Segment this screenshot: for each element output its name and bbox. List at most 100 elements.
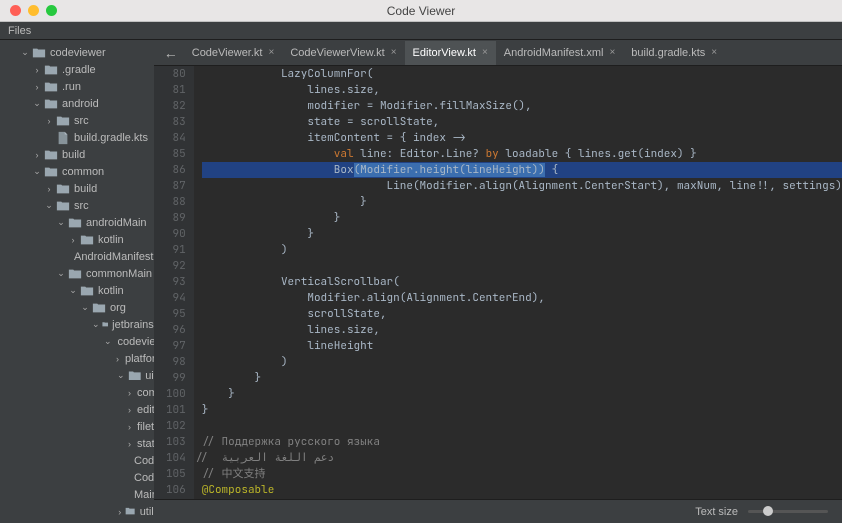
slider-thumb[interactable] xyxy=(763,506,773,516)
line-number: 96 xyxy=(154,322,186,338)
chevron-down-icon[interactable]: ⌄ xyxy=(56,217,66,228)
tree-item[interactable]: ›common xyxy=(0,384,154,401)
tree-item[interactable]: › statusbar xyxy=(0,435,154,452)
tree-item[interactable]: ⌄ codeviewer xyxy=(0,44,154,61)
tree-item[interactable]: ⌄common xyxy=(0,163,154,180)
chevron-down-icon[interactable]: ⌄ xyxy=(56,268,66,279)
chevron-right-icon[interactable]: › xyxy=(44,116,54,126)
tree-item[interactable]: ›src xyxy=(0,112,154,129)
chevron-down-icon[interactable]: ⌄ xyxy=(80,302,90,313)
tab[interactable]: build.gradle.kts× xyxy=(623,41,725,65)
tree-item[interactable]: CodeViewer.kt xyxy=(0,452,154,469)
tree-item-label: platform xyxy=(125,353,154,365)
tree-item-label: codeviewer xyxy=(50,47,106,59)
tree-item[interactable]: ⌄ kotlin xyxy=(0,282,154,299)
tree-item-label: kotlin xyxy=(98,234,124,246)
tree-item[interactable]: ›editor xyxy=(0,401,154,418)
tree-item[interactable]: ⌄src xyxy=(0,197,154,214)
line-number: 91 xyxy=(154,242,186,258)
line-number: 88 xyxy=(154,194,186,210)
status-bar: Text size xyxy=(154,499,842,523)
tree-item[interactable]: ›build xyxy=(0,146,154,163)
tree-item[interactable]: ›filetree xyxy=(0,418,154,435)
close-tab-icon[interactable]: × xyxy=(711,47,717,58)
tree-item[interactable]: ⌄androidMain xyxy=(0,214,154,231)
chevron-right-icon[interactable]: › xyxy=(32,150,42,160)
minimize-window-icon[interactable] xyxy=(28,5,39,16)
line-number: 99 xyxy=(154,370,186,386)
tree-item[interactable]: ⌄ jetbrains xyxy=(0,316,154,333)
chevron-down-icon[interactable]: ⌄ xyxy=(20,47,30,58)
tree-item[interactable]: ›.gradle xyxy=(0,61,154,78)
folder-icon xyxy=(44,148,58,162)
tree-item[interactable]: AndroidManifest.xml xyxy=(0,248,154,265)
code-line: } xyxy=(202,226,842,242)
close-tab-icon[interactable]: × xyxy=(482,47,488,58)
chevron-down-icon[interactable]: ⌄ xyxy=(44,200,54,211)
tree-item[interactable]: ⌄ commonMain xyxy=(0,265,154,282)
close-tab-icon[interactable]: × xyxy=(609,47,615,58)
line-number: 81 xyxy=(154,82,186,98)
folder-icon xyxy=(56,199,70,213)
code-line: } xyxy=(202,194,842,210)
tree-item[interactable]: build.gradle.kts xyxy=(0,129,154,146)
code-line: modifier = Modifier.fillMaxSize(), xyxy=(202,98,842,114)
tree-item-label: commonMain xyxy=(86,268,152,280)
tree-item[interactable]: ⌄ ui xyxy=(0,367,154,384)
tree-item[interactable]: ⌄org xyxy=(0,299,154,316)
file-tree[interactable]: ⌄codeviewer›.gradle›.run⌄android›srcbuil… xyxy=(0,40,154,523)
tree-item[interactable]: CodeViewerView.kt xyxy=(0,469,154,486)
code-editor[interactable]: 8081828384858687888990919293949596979899… xyxy=(154,66,842,499)
tree-item[interactable]: ›.run xyxy=(0,78,154,95)
chevron-down-icon[interactable]: ⌄ xyxy=(92,319,100,330)
tree-item[interactable]: ›util xyxy=(0,503,154,520)
tree-item-label: statusbar xyxy=(137,438,154,450)
tab[interactable]: EditorView.kt× xyxy=(405,41,496,65)
chevron-right-icon[interactable]: › xyxy=(68,235,78,245)
files-label: Files xyxy=(8,25,31,37)
chevron-down-icon[interactable]: ⌄ xyxy=(116,370,126,381)
tree-item[interactable]: ⌄ codeviewer xyxy=(0,333,154,350)
chevron-right-icon[interactable]: › xyxy=(116,354,119,364)
tree-item[interactable]: › platform xyxy=(0,350,154,367)
tree-item[interactable]: MainView.kt xyxy=(0,486,154,503)
tab[interactable]: AndroidManifest.xml× xyxy=(496,41,624,65)
tree-item-label: codeviewer xyxy=(118,336,154,348)
tree-item[interactable]: › kotlin xyxy=(0,231,154,248)
chevron-right-icon[interactable]: › xyxy=(44,184,54,194)
tab[interactable]: CodeViewer.kt × xyxy=(184,41,283,65)
code-line: // Поддержка русского языка xyxy=(202,434,842,450)
chevron-down-icon[interactable]: ⌄ xyxy=(68,285,78,296)
line-number: 86 xyxy=(154,162,186,178)
editor-area: ← CodeViewer.kt×CodeViewerView.kt×Editor… xyxy=(154,40,842,523)
tree-item[interactable]: ⌄android xyxy=(0,95,154,112)
text-size-slider[interactable] xyxy=(748,510,828,513)
line-number: 101 xyxy=(154,402,186,418)
tab-label: CodeViewer.kt xyxy=(192,47,263,59)
back-icon[interactable]: ← xyxy=(158,45,184,61)
tree-item-label: jetbrains xyxy=(112,319,154,331)
chevron-right-icon[interactable]: › xyxy=(32,82,42,92)
maximize-window-icon[interactable] xyxy=(46,5,57,16)
chevron-down-icon[interactable]: ⌄ xyxy=(32,98,42,109)
tree-item-label: MainView.kt xyxy=(134,489,154,501)
chevron-down-icon[interactable]: ⌄ xyxy=(32,166,42,177)
chevron-right-icon[interactable]: › xyxy=(128,439,131,449)
tree-item-label: kotlin xyxy=(98,285,124,297)
chevron-right-icon[interactable]: › xyxy=(116,507,123,517)
close-window-icon[interactable] xyxy=(10,5,21,16)
close-tab-icon[interactable]: × xyxy=(391,47,397,58)
tree-item-label: ui xyxy=(145,370,154,382)
tab[interactable]: CodeViewerView.kt× xyxy=(282,41,404,65)
chevron-right-icon[interactable]: › xyxy=(128,422,131,432)
close-tab-icon[interactable]: × xyxy=(268,47,274,58)
chevron-right-icon[interactable]: › xyxy=(32,65,42,75)
titlebar: Code Viewer xyxy=(0,0,842,22)
chevron-down-icon[interactable]: ⌄ xyxy=(104,336,112,347)
line-number: 80 xyxy=(154,66,186,82)
code-line: LazyColumnFor( xyxy=(202,66,842,82)
tree-item[interactable]: › build xyxy=(0,180,154,197)
chevron-right-icon[interactable]: › xyxy=(128,405,131,415)
tree-item-label: build xyxy=(74,183,97,195)
chevron-right-icon[interactable]: › xyxy=(128,388,131,398)
